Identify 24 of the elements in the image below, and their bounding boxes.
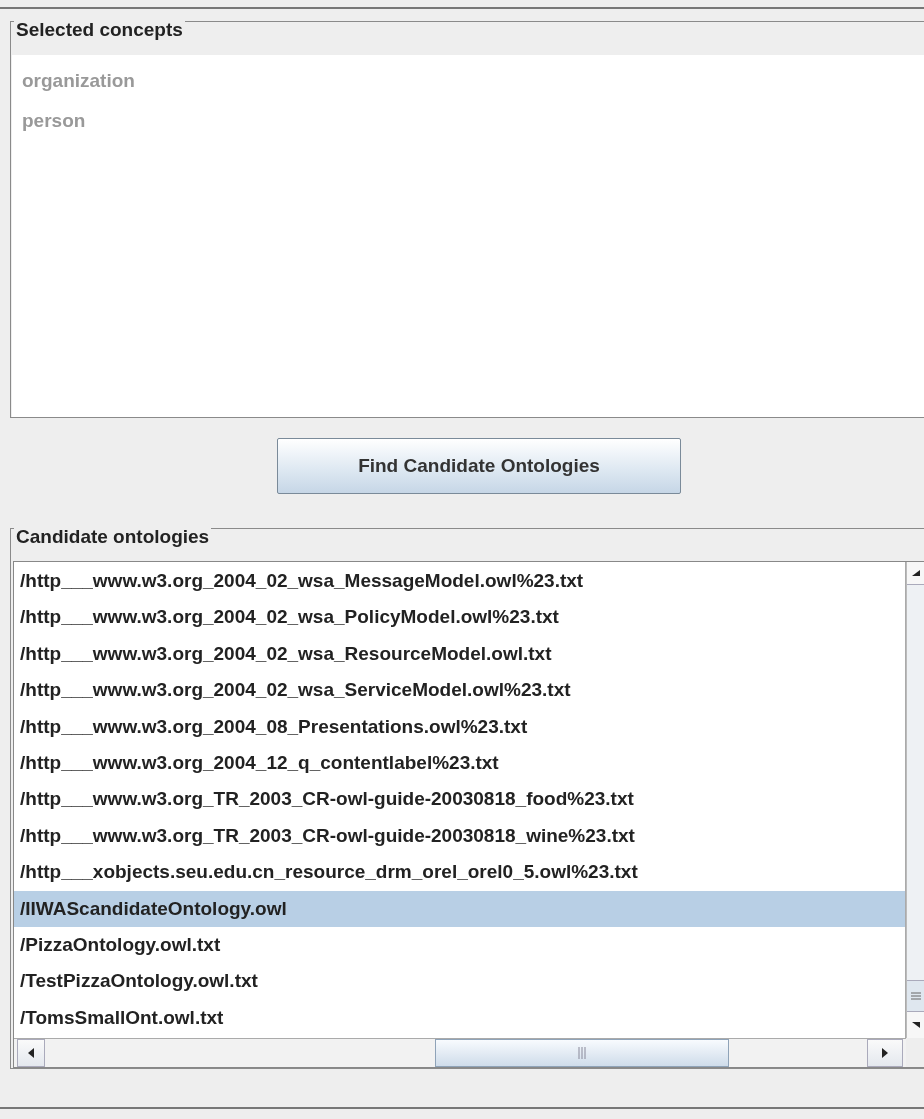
ontology-item[interactable]: /TomsSmallOnt.owl.txt bbox=[14, 999, 905, 1037]
scroll-up-arrow-icon[interactable] bbox=[910, 568, 922, 578]
scroll-left-arrow-icon[interactable] bbox=[27, 1048, 35, 1058]
ontology-item[interactable]: /http___www.w3.org_2004_08_Presentations.owl%23.txt bbox=[14, 708, 905, 745]
ontology-item[interactable]: /http___xobjects.seu.edu.cn_resource_drm_orel_orel0_5.owl%23.txt bbox=[14, 854, 905, 891]
group-title: Selected concepts bbox=[14, 18, 185, 42]
scroll-right-arrow-icon[interactable] bbox=[881, 1048, 889, 1058]
group-title: Candidate ontologies bbox=[14, 525, 212, 549]
ontology-item[interactable]: /TestPizzaOntology.owl.txt bbox=[14, 963, 905, 1000]
ontology-item[interactable]: /http___www.w3.org_TR_2003_CR-owl-guide-20030818_wine%23.txt bbox=[14, 817, 905, 855]
ontology-item[interactable]: /http___www.w3.org_2004_02_wsa_ResourceModel.owl.txt bbox=[14, 635, 905, 673]
find-candidate-ontologies-button[interactable]: Find Candidate Ontologies bbox=[277, 438, 681, 494]
ontology-item[interactable]: /http___www.w3.org_2004_02_wsa_ServiceModel.owl%23.txt bbox=[14, 672, 905, 709]
ontology-item[interactable]: /http___www.w3.org_TR_2003_CR-owl-guide-20030818_food%23.txt bbox=[14, 781, 905, 818]
ontology-item[interactable]: /PizzaOntology.owl.txt bbox=[14, 926, 905, 964]
grip-icon[interactable] bbox=[577, 1047, 587, 1059]
ontology-item[interactable]: /http___www.w3.org_2004_02_wsa_MessageModel.owl%23.txt bbox=[14, 563, 905, 600]
vertical-scrollbar[interactable] bbox=[906, 562, 924, 1038]
ontology-item[interactable]: /http___www.w3.org_2004_12_q_contentlabel%23.txt bbox=[14, 744, 905, 782]
ontology-item[interactable]: /IIWAScandidateOntology.owl bbox=[14, 890, 905, 927]
horizontal-scrollbar[interactable] bbox=[14, 1038, 906, 1067]
scroll-down-arrow-icon[interactable] bbox=[910, 1020, 922, 1030]
ontology-item[interactable]: /http___www.w3.org_2004_02_wsa_PolicyModel.owl%23.txt bbox=[14, 599, 905, 636]
grip-icon[interactable] bbox=[911, 991, 921, 1001]
